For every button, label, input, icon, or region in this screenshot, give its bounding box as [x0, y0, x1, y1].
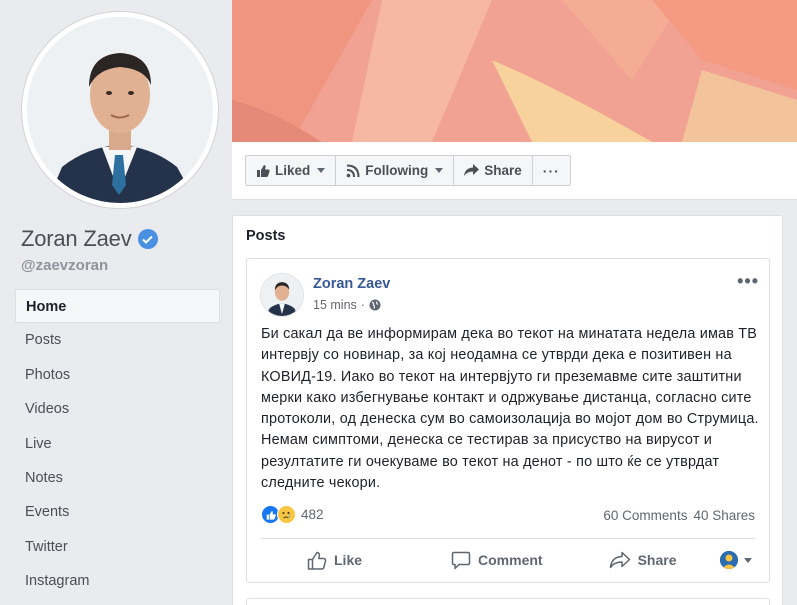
- next-post-card: [246, 598, 770, 605]
- nav-item-photos[interactable]: Photos: [15, 358, 220, 392]
- post-action-bar: Like Comment Share: [261, 541, 755, 579]
- post-author-avatar[interactable]: [260, 273, 304, 317]
- like-label: Like: [334, 552, 363, 568]
- more-options-button[interactable]: ···: [533, 156, 570, 185]
- profile-photo-illustration: [27, 17, 213, 203]
- user-avatar-icon: [719, 551, 738, 569]
- verified-badge-icon: [137, 229, 158, 249]
- share-outline-icon: [609, 551, 630, 569]
- cover-flag-illustration: [232, 0, 797, 142]
- page-name-text: Zoran Zaev: [21, 226, 132, 251]
- following-label: Following: [365, 163, 429, 178]
- nav-item-notes[interactable]: Notes: [15, 461, 220, 495]
- post-author-name[interactable]: Zoran Zaev: [313, 276, 390, 292]
- cover-photo[interactable]: [232, 0, 797, 142]
- like-button[interactable]: Like: [307, 551, 362, 570]
- nav-item-live[interactable]: Live: [15, 427, 220, 461]
- nav-item-home[interactable]: Home: [15, 289, 220, 324]
- more-options-icon: ···: [542, 162, 560, 179]
- following-button[interactable]: Following: [336, 156, 455, 185]
- comment-label: Comment: [478, 552, 543, 568]
- profile-photo: [27, 17, 213, 203]
- thumbs-up-icon: [257, 165, 270, 177]
- action-button-group: Liked Following Share ···: [245, 155, 571, 186]
- comments-count[interactable]: 60 Comments: [603, 508, 687, 523]
- post-meta: 15 mins ·: [313, 298, 381, 312]
- sad-reaction-icon: [277, 505, 296, 524]
- nav-item-events[interactable]: Events: [15, 495, 220, 529]
- meta-separator: ·: [360, 298, 365, 312]
- share-arrow-icon: [464, 164, 480, 176]
- author-avatar-illustration: [261, 274, 303, 316]
- nav-item-posts[interactable]: Posts: [15, 323, 220, 357]
- liked-button[interactable]: Liked: [246, 156, 337, 185]
- share-post-button[interactable]: Share: [609, 551, 677, 569]
- left-column: Zoran Zaev @zaevzoran Home Posts Photos …: [0, 0, 232, 605]
- page-name[interactable]: Zoran Zaev: [21, 226, 158, 252]
- share-page-label: Share: [484, 163, 522, 178]
- post-options-button[interactable]: •••: [737, 271, 759, 292]
- share-page-button[interactable]: Share: [454, 156, 533, 185]
- page-action-bar: Liked Following Share ···: [232, 142, 797, 200]
- post-card: Zoran Zaev 15 mins · ••• Би сакал да ве …: [246, 258, 770, 583]
- reaction-count: 482: [301, 507, 324, 522]
- comment-bubble-icon: [451, 551, 471, 569]
- nav-item-twitter[interactable]: Twitter: [15, 530, 220, 564]
- liked-label: Liked: [275, 163, 311, 178]
- page-handle[interactable]: @zaevzoran: [21, 257, 108, 274]
- rss-icon: [346, 164, 360, 177]
- chevron-down-icon: [743, 557, 752, 563]
- posts-section-title: Posts: [246, 228, 286, 244]
- globe-icon[interactable]: [369, 299, 381, 311]
- chevron-down-icon: [435, 168, 444, 173]
- thumbs-up-outline-icon: [307, 551, 327, 570]
- shares-count[interactable]: 40 Shares: [693, 508, 755, 523]
- comment-button[interactable]: Comment: [451, 551, 543, 570]
- react-as-selector[interactable]: [719, 551, 752, 569]
- nav-item-videos[interactable]: Videos: [15, 392, 220, 426]
- post-divider: [261, 538, 755, 539]
- post-timestamp[interactable]: 15 mins: [313, 298, 357, 312]
- nav-item-instagram[interactable]: Instagram: [15, 564, 220, 598]
- profile-picture[interactable]: [22, 12, 218, 208]
- post-reactions[interactable]: 482: [261, 505, 324, 524]
- posts-section: Posts Zoran Zaev 15 mins · ••• Би сакал …: [232, 215, 783, 605]
- post-body-text: Би сакал да ве информирам дека во текот …: [261, 326, 759, 492]
- engagement-counts: 60 Comments 40 Shares: [603, 508, 755, 523]
- chevron-down-icon: [317, 168, 326, 173]
- page-nav: Home Posts Photos Videos Live Notes Even…: [15, 289, 220, 599]
- share-post-label: Share: [637, 552, 677, 568]
